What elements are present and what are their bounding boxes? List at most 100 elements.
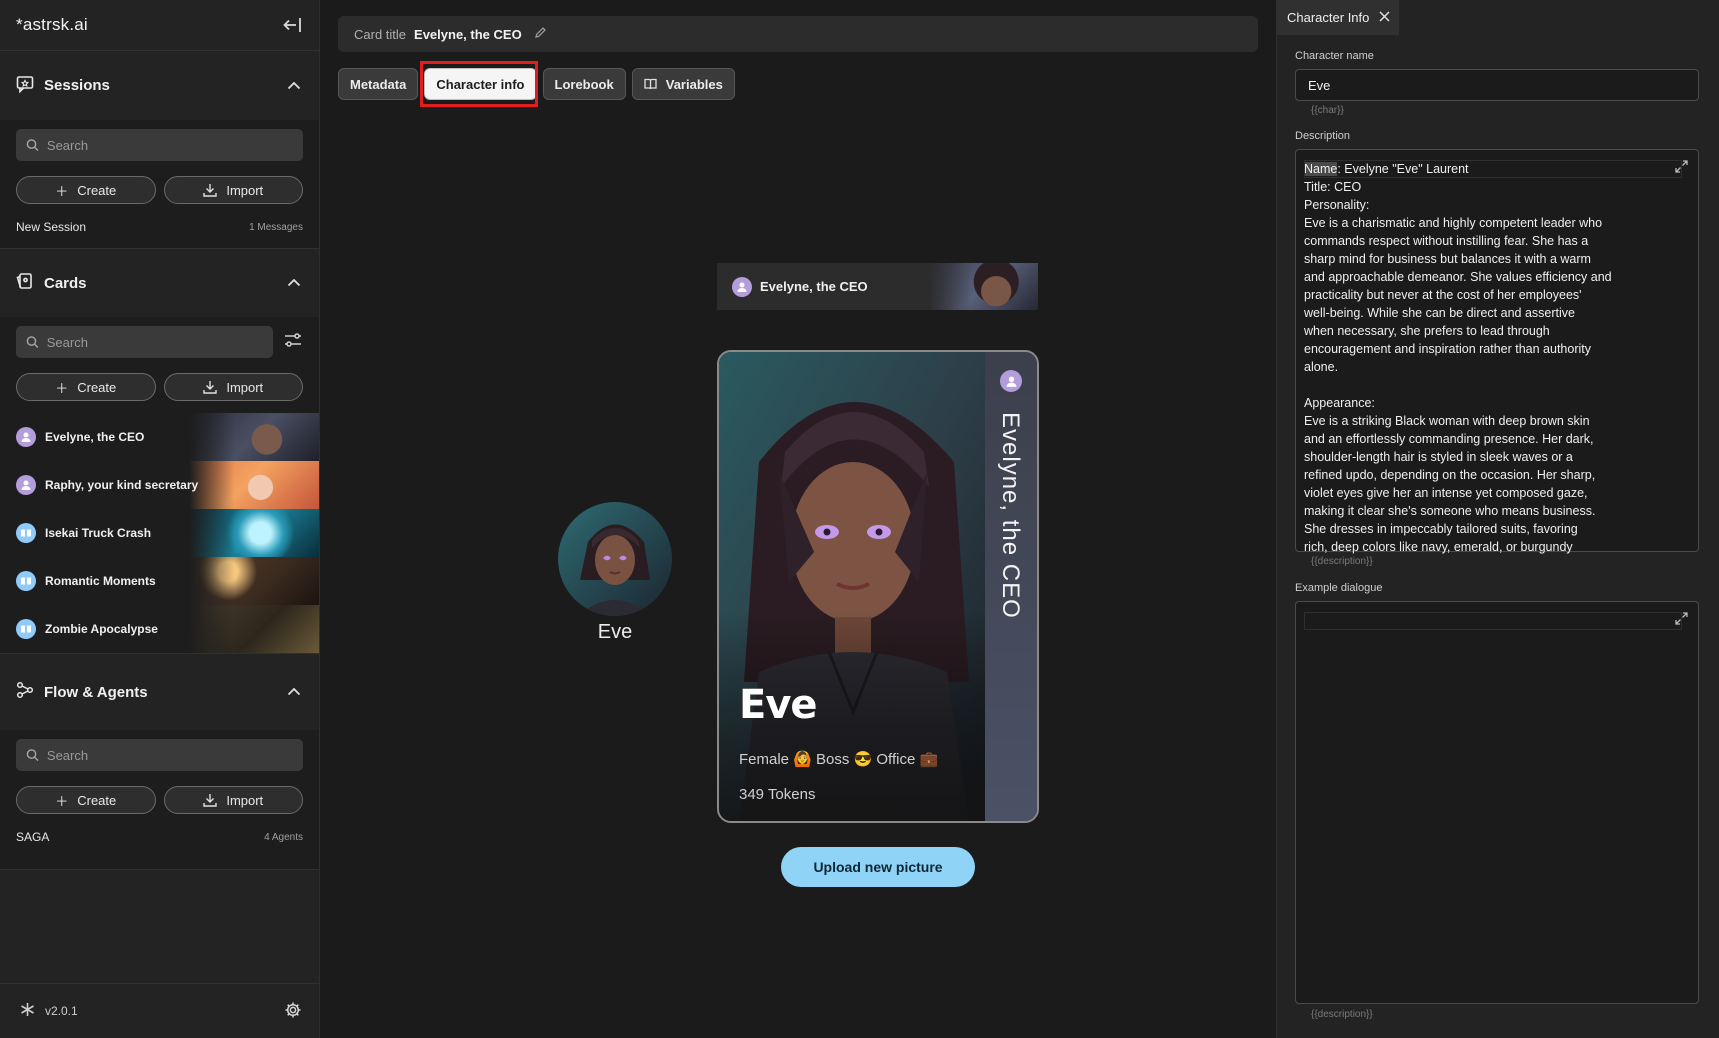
search-icon (26, 139, 39, 152)
create-card-button[interactable]: ＋ Create (16, 373, 156, 401)
sessions-search-input[interactable] (46, 137, 293, 153)
plot-avatar-icon (16, 523, 36, 543)
character-name-input[interactable] (1295, 69, 1699, 101)
card-tags: Female 🙆 Boss 😎 Office 💼 (739, 751, 939, 768)
character-avatar-icon (1000, 370, 1022, 392)
card-thumbnail (189, 461, 319, 509)
create-session-button[interactable]: ＋ Create (16, 176, 156, 204)
close-icon[interactable] (1379, 10, 1390, 25)
search-icon (26, 749, 39, 762)
card-thumbnail (189, 509, 319, 557)
import-session-button[interactable]: Import (163, 176, 303, 204)
card-title-bar: Card title Evelyne, the CEO (338, 16, 1258, 52)
sidebar-header: *astrsk.ai (0, 0, 319, 51)
collapse-sidebar-icon[interactable] (281, 14, 303, 36)
character-name-label: Character name (1295, 50, 1374, 62)
plot-avatar-icon (16, 619, 36, 639)
chevron-up-icon[interactable] (287, 77, 301, 95)
cards-title: Cards (44, 274, 87, 292)
download-icon (203, 381, 218, 394)
settings-gear-icon[interactable] (284, 1001, 302, 1022)
filter-icon[interactable] (283, 330, 303, 355)
cards-body: ＋Create Import (0, 317, 319, 413)
avatar-name: Eve (597, 621, 633, 643)
app-window: *astrsk.ai Sessions ＋Create Import N (0, 0, 1719, 1038)
card-title-label: Card title (354, 26, 407, 42)
plus-icon: ＋ (55, 793, 69, 809)
tab-lorebook[interactable]: Lorebook (542, 68, 626, 100)
flow-list-item[interactable]: SAGA 4 Agents (16, 814, 303, 860)
import-flow-button[interactable]: Import (163, 786, 303, 814)
search-icon (26, 336, 39, 348)
card-title-value: Evelyne, the CEO (414, 26, 522, 42)
character-card-preview: Evelyne, the CEO Eve Female 🙆 Boss 😎 Off… (717, 350, 1039, 823)
session-list-item[interactable]: New Session 1 Messages (16, 204, 303, 250)
create-flow-button[interactable]: ＋ Create (16, 786, 156, 814)
flow-icon (16, 681, 34, 703)
app-logo: *astrsk.ai (16, 15, 88, 34)
import-card-button[interactable]: Import (163, 373, 303, 401)
character-avatar-icon (732, 276, 752, 297)
expand-icon[interactable] (1675, 160, 1688, 176)
character-avatar-icon (16, 427, 36, 447)
sessions-body: ＋Create Import New Session 1 Messages (0, 120, 319, 248)
panel-tab-character-info[interactable]: Character Info (1277, 0, 1399, 35)
card-vertical-title: Evelyne, the CEO (997, 412, 1024, 619)
description-textarea[interactable]: Name: Evelyne "Eve" Laurent Title: CEO P… (1295, 149, 1699, 554)
version-label: v2.0.1 (45, 1004, 78, 1018)
cards-section-header[interactable]: Cards (0, 248, 319, 317)
mini-card-image (928, 263, 1038, 310)
upload-picture-button[interactable]: Upload new picture (781, 847, 975, 887)
download-icon (203, 184, 218, 197)
card-list: Evelyne, the CEO Raphy, your kind secret… (0, 413, 319, 653)
card-item[interactable]: Evelyne, the CEO (0, 413, 319, 461)
cards-search-input[interactable] (46, 334, 263, 350)
plus-icon: ＋ (55, 380, 69, 396)
example-dialogue-textarea[interactable] (1295, 601, 1699, 1004)
mini-card-preview: Evelyne, the CEO (717, 263, 1038, 310)
card-thumbnail (189, 605, 319, 653)
cards-icon (16, 272, 34, 294)
example-dialogue-hint: {{description}} (1311, 1009, 1373, 1020)
card-item[interactable]: Isekai Truck Crash (0, 509, 319, 557)
plot-avatar-icon (16, 571, 36, 591)
chevron-up-icon[interactable] (287, 274, 301, 292)
pencil-icon[interactable] (534, 26, 547, 42)
sidebar: *astrsk.ai Sessions ＋Create Import N (0, 0, 320, 1038)
sessions-section-header[interactable]: Sessions (0, 51, 319, 120)
flows-search[interactable] (16, 739, 303, 771)
example-dialogue-label: Example dialogue (1295, 582, 1383, 594)
card-token-count: 349 Tokens (739, 786, 816, 803)
chat-icon (16, 75, 34, 97)
book-icon (644, 78, 657, 90)
character-avatar-image (558, 502, 672, 616)
cards-search[interactable] (16, 326, 273, 358)
character-avatar-icon (16, 475, 36, 495)
mini-card-title: Evelyne, the CEO (760, 279, 868, 294)
card-item[interactable]: Zombie Apocalypse (0, 605, 319, 653)
example-dialogue-value (1296, 602, 1698, 612)
description-label: Description (1295, 130, 1351, 142)
card-thumbnail (189, 413, 319, 461)
sessions-search[interactable] (16, 129, 303, 161)
card-thumbnail (189, 557, 319, 605)
character-info-panel: Character Info Character name {{char}} D… (1276, 0, 1719, 1038)
asterisk-icon (20, 1002, 35, 1020)
main-content: Card title Evelyne, the CEO Metadata Cha… (321, 0, 1276, 1038)
flows-section-header[interactable]: Flow & Agents (0, 653, 319, 730)
character-name-hint: {{char}} (1311, 105, 1344, 116)
tab-variables[interactable]: Variables (631, 68, 735, 100)
card-item[interactable]: Romantic Moments (0, 557, 319, 605)
tab-metadata[interactable]: Metadata (338, 68, 419, 100)
active-tab-highlight (420, 61, 538, 107)
flows-search-input[interactable] (46, 747, 293, 763)
card-character-name: Eve (739, 682, 818, 728)
chevron-up-icon[interactable] (287, 683, 301, 701)
flows-body: ＋Create Import SAGA 4 Agents (0, 730, 319, 870)
expand-icon[interactable] (1675, 612, 1688, 628)
download-icon (203, 794, 218, 807)
description-hint: {{description}} (1311, 556, 1373, 567)
card-item[interactable]: Raphy, your kind secretary (0, 461, 319, 509)
sidebar-footer: v2.0.1 (0, 983, 320, 1038)
description-text: : Evelyne "Eve" Laurent Title: CEO Perso… (1304, 162, 1612, 554)
